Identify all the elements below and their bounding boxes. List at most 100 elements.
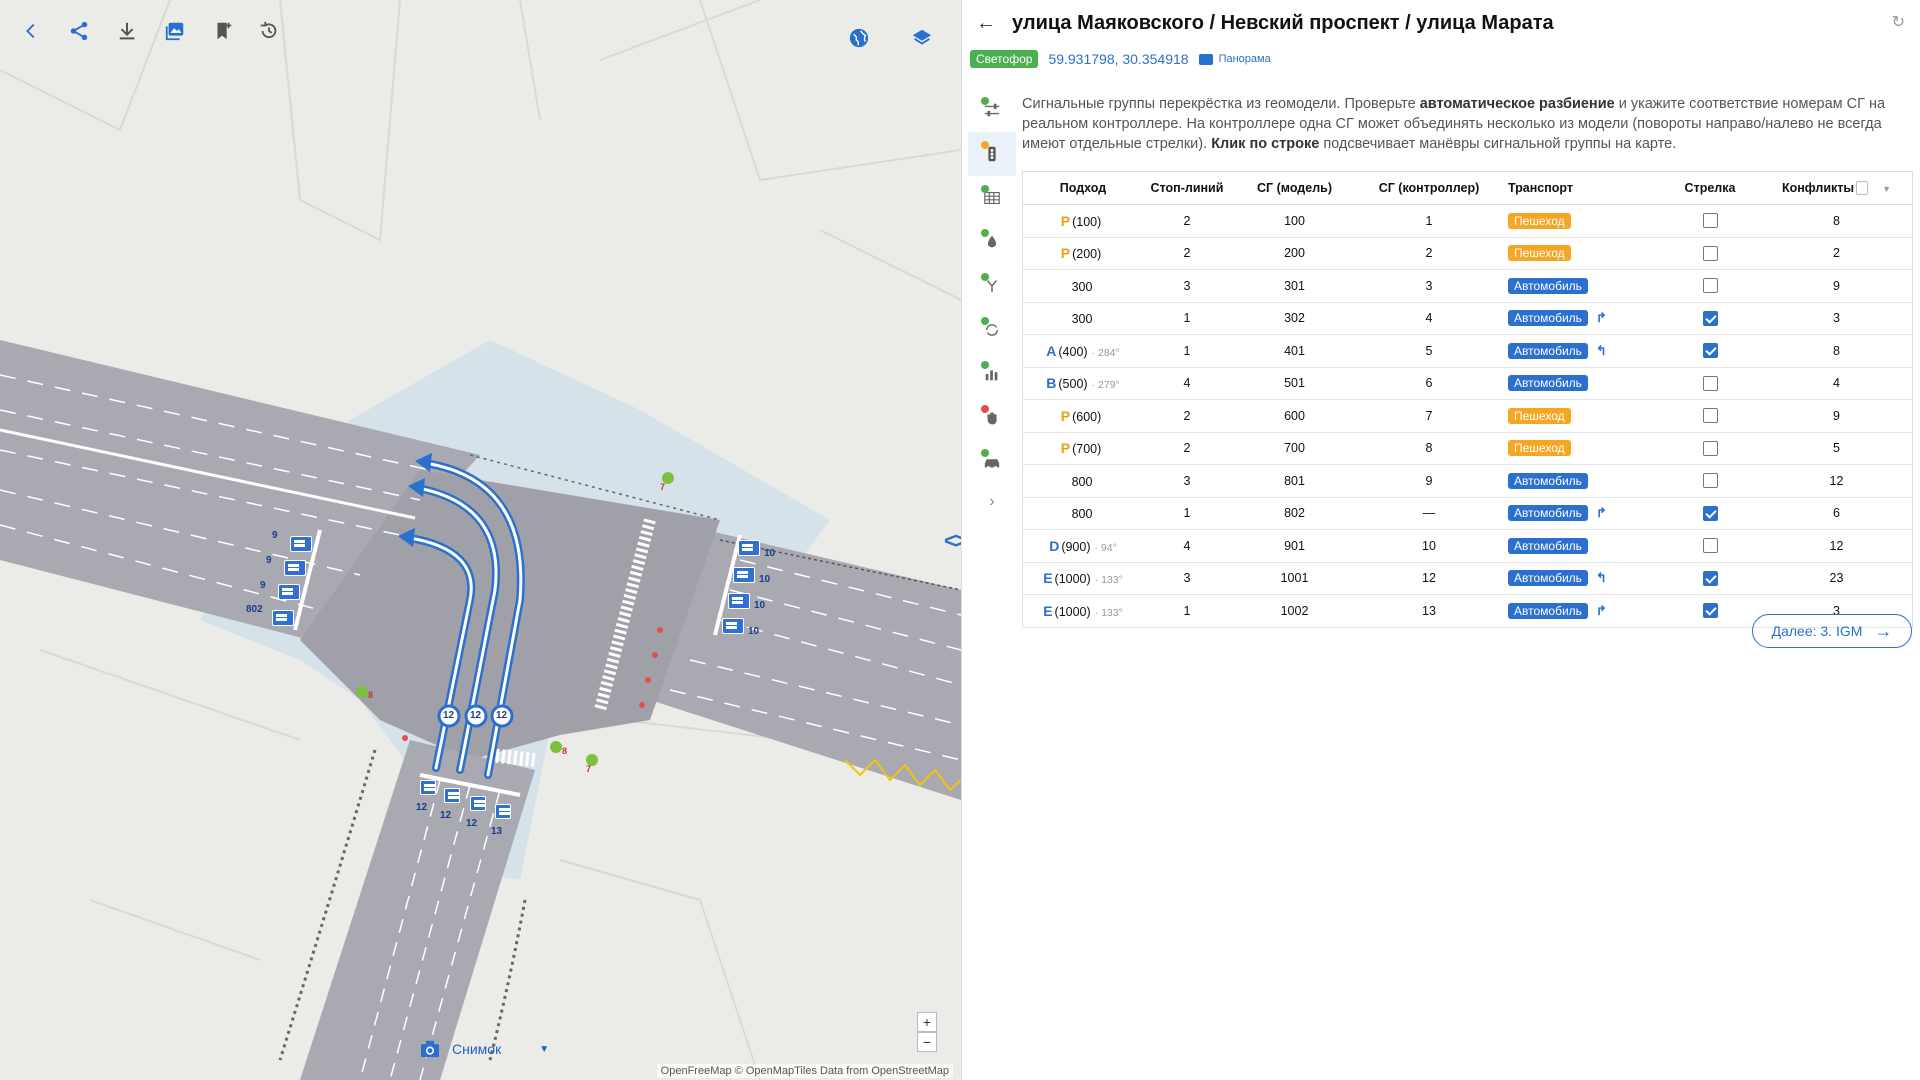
signal-number[interactable]: 12 [443,710,454,721]
refresh-icon[interactable]: ↻ [1892,12,1905,32]
history-icon[interactable] [256,18,282,44]
column-header[interactable]: Стрелка [1659,171,1761,205]
chevron-right-icon[interactable]: › [968,484,1016,520]
section-stats[interactable] [968,352,1016,396]
signal-group-icon[interactable] [444,788,460,803]
table-row[interactable]: P (700) 2 700 8 Пешеход 5 [1022,432,1913,465]
table-row[interactable]: A (400) · 284° 1 401 5 Автомобиль ↰ 8 [1022,334,1913,368]
arrow-checkbox[interactable] [1702,408,1718,424]
signal-group-icon[interactable] [733,567,755,583]
snapshot-button[interactable]: Снимок ▼ [420,1040,549,1058]
cell-conflicts: 9 [1761,399,1913,433]
signal-group-icon[interactable] [738,540,760,556]
table-row[interactable]: 800 3 801 9 Автомобиль 12 [1022,464,1913,498]
section-cycle[interactable] [968,308,1016,352]
cell-sg-controller[interactable]: 2 [1358,237,1500,270]
column-header[interactable]: Подход [1022,171,1143,205]
arrow-checkbox[interactable] [1702,245,1718,261]
table-row[interactable]: D (900) · 94° 4 901 10 Автомобиль 12 [1022,529,1913,563]
cell-stops: 3 [1143,269,1231,303]
table-row[interactable]: B (500) · 279° 4 501 6 Автомобиль 4 [1022,367,1913,400]
zoom-in-button[interactable]: + [917,1012,937,1032]
signal-group-icon[interactable] [290,536,312,552]
image-icon[interactable] [162,18,188,44]
table-row[interactable]: 300 1 302 4 Автомобиль ↱ 3 [1022,302,1913,335]
section-hand[interactable] [968,396,1016,440]
cell-sg-controller[interactable]: 3 [1358,269,1500,303]
section-timing[interactable] [968,220,1016,264]
arrow-checkbox[interactable] [1702,505,1718,521]
panel-resize-handle[interactable]: <> [944,528,961,554]
signal-group-icon[interactable] [272,610,294,626]
cell-sg-controller[interactable]: 4 [1358,302,1500,335]
section-routes[interactable] [968,264,1016,308]
cell-sg-model: 901 [1231,529,1358,563]
section-settings[interactable] [968,88,1016,132]
back-icon[interactable] [18,18,44,44]
cell-conflicts: 3 [1761,302,1913,335]
column-header-conflicts[interactable]: Конфликты ▼ [1761,171,1913,205]
globe-icon[interactable] [846,25,872,51]
cell-sg-controller[interactable]: 6 [1358,367,1500,400]
signal-group-icon[interactable] [495,804,511,819]
section-vehicles[interactable] [968,440,1016,484]
column-header[interactable]: Стоп-линий [1143,171,1231,205]
table-row[interactable]: E (1000) · 133° 3 1001 12 Автомобиль ↰ 23 [1022,562,1913,595]
cell-sg-controller[interactable]: — [1358,497,1500,530]
signal-group-icon[interactable] [420,780,436,795]
arrow-checkbox[interactable] [1702,343,1718,359]
table-row[interactable]: 300 3 301 3 Автомобиль 9 [1022,269,1913,303]
cell-sg-controller[interactable]: 8 [1358,432,1500,465]
signal-number[interactable]: 12 [470,710,481,721]
signal-group-icon[interactable] [728,593,750,609]
cell-sg-controller[interactable]: 12 [1358,562,1500,595]
signal-group-icon[interactable] [284,560,306,576]
cell-sg-model: 200 [1231,237,1358,270]
layers-icon[interactable] [909,25,935,51]
share-icon[interactable] [66,18,92,44]
cell-sg-controller[interactable]: 9 [1358,464,1500,498]
chevron-down-icon[interactable]: ▼ [539,1044,549,1055]
arrow-checkbox[interactable] [1702,375,1718,391]
coordinates-link[interactable]: 59.931798, 30.354918 [1048,51,1188,67]
cell-sg-controller[interactable]: 7 [1358,399,1500,433]
section-signal-groups[interactable] [968,132,1016,176]
arrow-checkbox[interactable] [1702,440,1718,456]
table-row[interactable]: P (600) 2 600 7 Пешеход 9 [1022,399,1913,433]
arrow-checkbox[interactable] [1702,570,1718,586]
download-icon[interactable] [114,18,140,44]
signal-group-icon[interactable] [722,618,744,634]
table-row[interactable]: P (100) 2 100 1 Пешеход 8 [1022,204,1913,238]
cell-sg-model: 801 [1231,464,1358,498]
arrow-checkbox[interactable] [1702,310,1718,326]
bookmark-add-icon[interactable] [210,18,236,44]
column-header[interactable]: СГ (модель) [1231,171,1358,205]
table-row[interactable]: 800 1 802— Автомобиль ↱ 6 [1022,497,1913,530]
signal-number[interactable]: 12 [496,710,507,721]
map-view[interactable]: 9 9 9 802 10 10 10 10 12 12 12 13 12 12 … [0,0,961,1080]
cell-arrow [1659,302,1761,335]
panorama-link[interactable]: Панорама [1198,53,1271,65]
arrow-checkbox[interactable] [1702,538,1718,554]
cell-sg-controller[interactable]: 1 [1358,204,1500,238]
arrow-checkbox[interactable] [1702,213,1718,229]
arrow-checkbox[interactable] [1702,278,1718,294]
signal-group-icon[interactable] [278,584,300,600]
cell-sg-controller[interactable]: 10 [1358,529,1500,563]
signal-group-icon[interactable] [470,796,486,811]
cell-transport: Автомобиль ↱ [1500,497,1659,530]
column-header[interactable]: Транспорт [1500,171,1659,205]
arrow-checkbox[interactable] [1702,603,1718,619]
column-header[interactable]: СГ (контроллер) [1358,171,1500,205]
cell-sg-controller[interactable]: 13 [1358,594,1500,628]
arrow-checkbox[interactable] [1702,473,1718,489]
intersection-map [0,0,961,1080]
table-row[interactable]: P (200) 2 200 2 Пешеход 2 [1022,237,1913,270]
sort-icon[interactable]: ▼ [1882,184,1891,194]
back-arrow-icon[interactable]: ← [976,12,996,35]
next-step-button[interactable]: Далее: 3. IGM → [1752,614,1912,648]
copy-icon[interactable] [1856,181,1869,196]
section-matrix[interactable] [968,176,1016,220]
cell-sg-controller[interactable]: 5 [1358,334,1500,368]
zoom-out-button[interactable]: − [917,1032,937,1052]
